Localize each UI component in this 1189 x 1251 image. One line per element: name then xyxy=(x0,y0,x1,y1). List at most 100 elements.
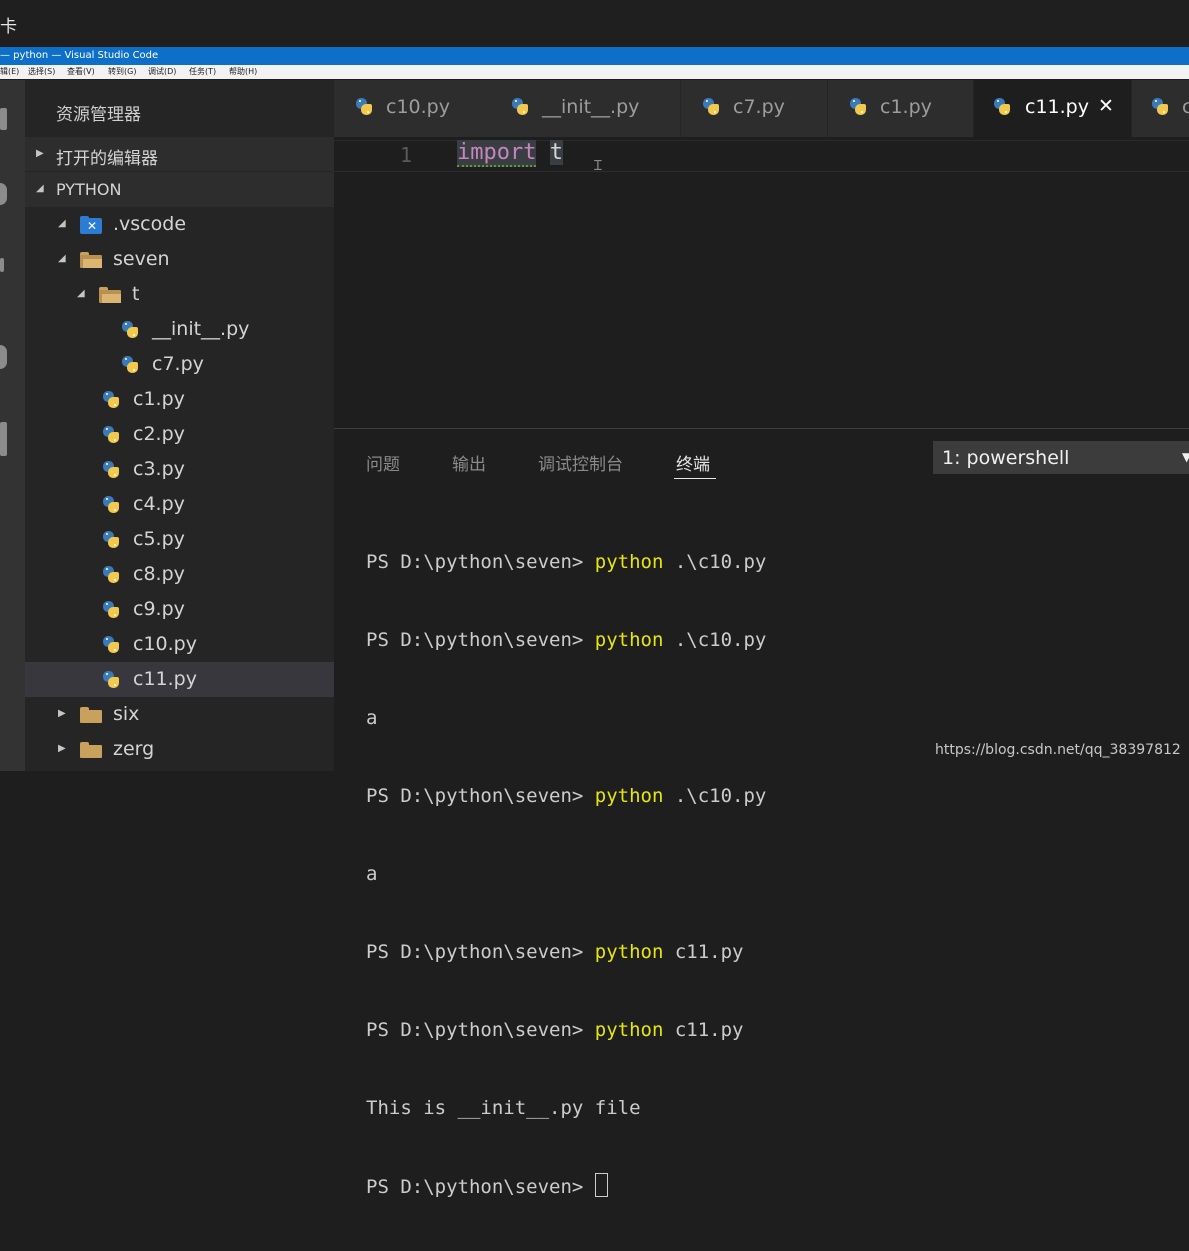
chevron-right-icon: ▶ xyxy=(58,708,66,719)
tree-item-label: t xyxy=(132,283,140,305)
chevron-down-icon: ◢ xyxy=(77,288,85,299)
tab-label: c1.py xyxy=(880,96,932,118)
python-file-icon xyxy=(510,97,530,117)
tree-item-label: c9.py xyxy=(133,598,185,620)
terminal-line: PS D:\python\seven> python .\c10.py xyxy=(366,551,767,573)
tree-item-six[interactable]: ▶ six xyxy=(25,697,334,732)
code-line[interactable]: import t xyxy=(457,140,563,167)
tree-item-label: six xyxy=(113,703,140,725)
python-file-icon xyxy=(101,425,121,445)
tree-item-c4[interactable]: c4.py xyxy=(25,487,334,522)
explorer-icon[interactable] xyxy=(0,108,7,130)
close-icon[interactable]: ✕ xyxy=(1098,95,1114,117)
python-file-icon xyxy=(101,390,121,410)
open-editors-section[interactable]: ▶ 打开的编辑器 xyxy=(25,137,334,171)
folder-icon xyxy=(80,742,102,758)
python-file-icon xyxy=(101,565,121,585)
tab-problems[interactable]: 问题 xyxy=(366,450,400,475)
tab-overflow[interactable]: c xyxy=(1132,80,1189,137)
tree-item-label: c5.py xyxy=(133,528,185,550)
tree-item-label: c2.py xyxy=(133,423,185,445)
tree-item-c7[interactable]: c7.py xyxy=(25,347,334,382)
source-control-icon[interactable] xyxy=(0,258,4,272)
terminal-line: PS D:\python\seven> python .\c10.py xyxy=(366,629,767,651)
line-number: 1 xyxy=(400,143,413,167)
debug-icon[interactable] xyxy=(0,345,7,369)
tree-item-c1[interactable]: c1.py xyxy=(25,382,334,417)
menu-edit[interactable]: 编辑(E) xyxy=(0,65,19,79)
chevron-right-icon: ▶ xyxy=(58,743,66,754)
terminal-output[interactable]: PS D:\python\seven> python .\c10.py PS D… xyxy=(366,497,766,1251)
tree-item-label: c1.py xyxy=(133,388,185,410)
terminal-line: PS D:\python\seven> python c11.py xyxy=(366,1019,744,1041)
tab-output[interactable]: 输出 xyxy=(452,450,486,475)
tree-item-label: c11.py xyxy=(133,668,197,690)
terminal-select[interactable]: 1: powershell ▼ xyxy=(933,441,1189,474)
menu-help[interactable]: 帮助(H) xyxy=(229,65,257,79)
editor-tab-bar: c10.py __init__.py c7.py c1.py c11.py ✕ … xyxy=(334,80,1189,137)
tree-item-c5[interactable]: c5.py xyxy=(25,522,334,557)
tree-item-init[interactable]: __init__.py xyxy=(25,312,334,347)
python-file-icon xyxy=(120,355,140,375)
tree-item-label: seven xyxy=(113,248,170,270)
active-tab-underline xyxy=(674,478,716,479)
tree-item-zerg[interactable]: ▶ zerg xyxy=(25,732,334,767)
python-file-icon xyxy=(701,97,721,117)
tree-item-c2[interactable]: c2.py xyxy=(25,417,334,452)
chevron-right-icon: ▶ xyxy=(36,148,44,159)
menu-go[interactable]: 转到(G) xyxy=(108,65,136,79)
code-editor[interactable]: 1 import t Ɪ xyxy=(334,137,1189,428)
tree-item-c3[interactable]: c3.py xyxy=(25,452,334,487)
python-file-icon xyxy=(101,460,121,480)
bottom-panel: 问题 输出 调试控制台 终端 1: powershell ▼ PS D:\pyt… xyxy=(334,428,1189,1198)
python-file-icon xyxy=(101,495,121,515)
tab-c11[interactable]: c11.py ✕ xyxy=(974,80,1132,137)
top-strip-glyph: 卡 xyxy=(0,17,17,37)
tree-item-c10[interactable]: c10.py xyxy=(25,627,334,662)
tree-item-c8[interactable]: c8.py xyxy=(25,557,334,592)
chevron-down-icon: ◢ xyxy=(58,218,66,229)
tab-debug-console[interactable]: 调试控制台 xyxy=(538,450,623,475)
explorer-sidebar: 资源管理器 ▶ 打开的编辑器 ◢ PYTHON ◢ ✕ .vscode ◢ se… xyxy=(25,80,334,771)
tab-label: c10.py xyxy=(386,96,450,118)
tree-item-label: zerg xyxy=(113,738,155,760)
tree-item-c9[interactable]: c9.py xyxy=(25,592,334,627)
window-title: — python — Visual Studio Code xyxy=(0,50,159,61)
vscode-folder-icon: ✕ xyxy=(80,216,102,234)
window-title-bar[interactable]: — python — Visual Studio Code xyxy=(0,47,1189,65)
tree-item-vscode[interactable]: ◢ ✕ .vscode xyxy=(25,207,334,242)
python-file-icon xyxy=(354,97,374,117)
project-section[interactable]: ◢ PYTHON xyxy=(25,172,334,207)
menu-debug[interactable]: 调试(D) xyxy=(148,65,176,79)
menu-view[interactable]: 查看(V) xyxy=(67,65,95,79)
terminal-line: PS D:\python\seven> python .\c10.py xyxy=(366,785,767,807)
menu-tasks[interactable]: 任务(T) xyxy=(189,65,216,79)
menu-selection[interactable]: 选择(S) xyxy=(28,65,55,79)
python-file-icon xyxy=(101,530,121,550)
python-file-icon xyxy=(101,635,121,655)
python-file-icon xyxy=(848,97,868,117)
tab-c10[interactable]: c10.py xyxy=(334,80,494,137)
tree-item-seven[interactable]: ◢ seven xyxy=(25,242,334,277)
tab-terminal[interactable]: 终端 xyxy=(676,450,710,475)
tree-item-t[interactable]: ◢ t xyxy=(25,277,334,312)
search-icon[interactable] xyxy=(0,183,7,205)
tab-c7[interactable]: c7.py xyxy=(681,80,828,137)
tab-label: __init__.py xyxy=(542,96,640,118)
tab-label: c11.py xyxy=(1025,96,1089,118)
tree-item-label: __init__.py xyxy=(152,318,250,340)
chevron-down-icon: ▼ xyxy=(1182,450,1189,464)
extensions-icon[interactable] xyxy=(0,422,7,456)
chevron-down-icon: ◢ xyxy=(58,253,66,264)
activity-bar xyxy=(0,80,25,771)
watermark: https://blog.csdn.net/qq_38397812 xyxy=(935,742,1181,758)
tab-c1[interactable]: c1.py xyxy=(828,80,974,137)
terminal-line: a xyxy=(366,863,378,885)
tab-init[interactable]: __init__.py xyxy=(490,80,681,137)
python-file-icon xyxy=(101,600,121,620)
terminal-line: PS D:\python\seven> python c11.py xyxy=(366,941,744,963)
python-file-icon xyxy=(1150,97,1170,117)
tree-item-label: c7.py xyxy=(152,353,204,375)
tree-item-c11[interactable]: c11.py xyxy=(25,662,334,697)
tree-item-label: c10.py xyxy=(133,633,197,655)
